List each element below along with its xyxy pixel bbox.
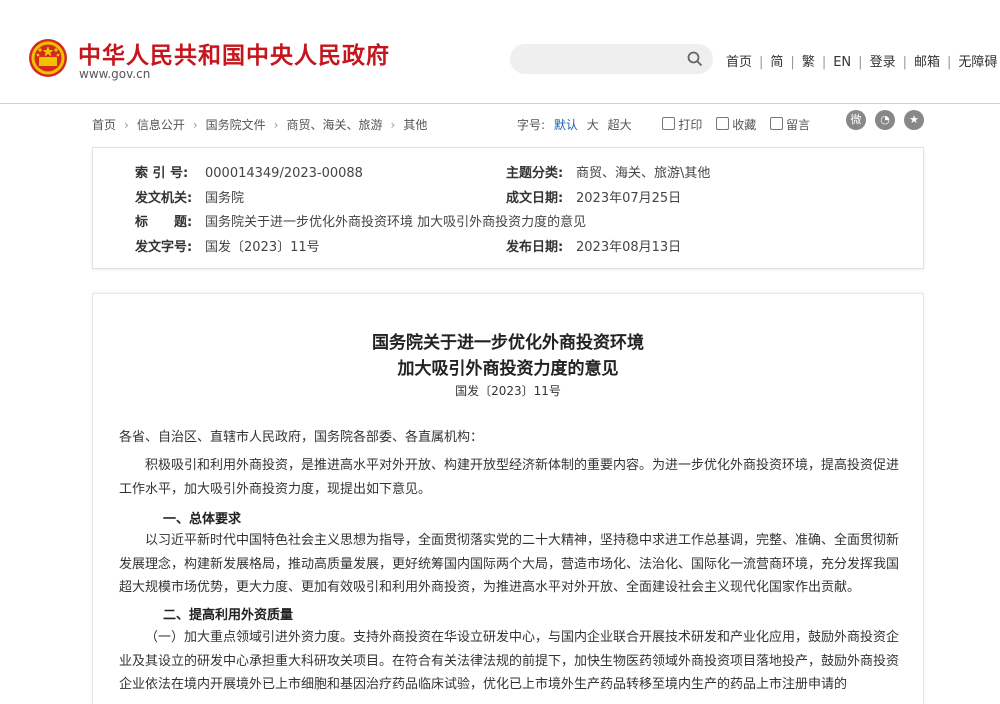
breadcrumb-state-council-docs[interactable]: 国务院文件 [206, 118, 266, 132]
nav-login[interactable]: 登录 [870, 55, 896, 70]
article-title-line2: 加大吸引外商投资力度的意见 [397, 359, 619, 379]
nav-divider: | [946, 55, 952, 70]
info-index: 索 引 号: 000014349/2023-00088 [135, 162, 363, 181]
info-issuer-value: 国务院 [205, 191, 245, 206]
info-title-value: 国务院关于进一步优化外商投资环境 加大吸引外商投资力度的意见 [205, 215, 587, 230]
favorite-icon [716, 117, 730, 130]
info-category: 主题分类: 商贸、海关、旅游\其他 [506, 162, 710, 181]
qzone-icon[interactable]: ★ [904, 110, 924, 130]
article-toolbar: 字号: 默认 大 超大 打印 收藏 留言 [517, 116, 820, 133]
info-created-value: 2023年07月25日 [576, 191, 682, 206]
nav-divider: | [790, 55, 795, 70]
info-category-value: 商贸、海关、旅游\其他 [576, 166, 711, 181]
breadcrumb-info-public[interactable]: 信息公开 [137, 118, 185, 132]
print-button[interactable]: 打印 [662, 117, 707, 132]
comment-icon [770, 117, 784, 130]
site-title[interactable]: 中华人民共和国中央人民政府 [78, 36, 390, 70]
info-title-label: 标 题: [135, 215, 193, 230]
document-info-box: 索 引 号: 000014349/2023-00088 主题分类: 商贸、海关、旅游… [92, 147, 924, 269]
top-nav: 首页 | 简 | 繁 | EN | 登录 | 邮箱 | 无障碍 [726, 51, 997, 70]
search-icon[interactable] [687, 51, 703, 67]
comment-label: 留言 [786, 118, 811, 132]
search-input[interactable] [510, 44, 713, 74]
info-published-value: 2023年08月13日 [576, 240, 682, 255]
article-intro: 积极吸引和利用外商投资，是推进高水平对外开放、构建开放型经济新体制的重要内容。为… [119, 458, 900, 497]
font-size-label: 字号: [517, 118, 546, 132]
nav-divider: | [858, 55, 863, 70]
font-size-default[interactable]: 默认 [554, 118, 578, 132]
article-title-line1: 国务院关于进一步优化外商投资环境 [372, 333, 644, 353]
share-buttons: 微 ◔ ★ [837, 110, 924, 130]
nav-divider: | [759, 55, 764, 70]
nav-english[interactable]: EN [833, 55, 851, 70]
print-label: 打印 [678, 118, 703, 132]
info-published-label: 发布日期: [506, 240, 564, 255]
site-header: 中华人民共和国中央人民政府 www.gov.cn 首页 | 简 | 繁 | EN | 登录 | 邮箱… [0, 0, 1000, 104]
nav-home[interactable]: 首页 [726, 55, 752, 70]
info-issuer: 发文机关: 国务院 [135, 187, 244, 206]
nav-mailbox[interactable]: 邮箱 [914, 55, 940, 70]
font-size-xlarge[interactable]: 超大 [608, 118, 632, 132]
breadcrumb-other[interactable]: 其他 [403, 118, 427, 132]
article-body: 国务院关于进一步优化外商投资环境 加大吸引外商投资力度的意见 国发〔2023〕1… [92, 293, 924, 704]
weibo-icon[interactable]: 微 [846, 110, 866, 130]
section2-heading: 二、提高利用外资质量 [163, 608, 294, 623]
font-size-large[interactable]: 大 [587, 118, 599, 132]
info-index-value: 000014349/2023-00088 [205, 166, 363, 181]
print-icon [662, 117, 676, 130]
breadcrumb: 首页 › 信息公开 › 国务院文件 › 商贸、海关、旅游 › 其他 字号: 默认 大 超大 打印… [92, 110, 924, 134]
nav-accessibility[interactable]: 无障碍 [958, 55, 997, 70]
info-docno-label: 发文字号: [135, 240, 193, 255]
favorite-button[interactable]: 收藏 [716, 117, 761, 132]
article-doc-number: 国发〔2023〕11号 [455, 384, 561, 398]
info-docno-value: 国发〔2023〕11号 [205, 240, 320, 255]
section1-heading: 一、总体要求 [163, 512, 242, 527]
site-domain: www.gov.cn [79, 67, 151, 81]
comment-button[interactable]: 留言 [770, 117, 815, 132]
article-salutation: 各省、自治区、直辖市人民政府，国务院各部委、各直属机构： [119, 430, 484, 445]
wechat-icon[interactable]: ◔ [875, 110, 895, 130]
national-emblem-icon[interactable] [28, 38, 68, 78]
chevron-right-icon: › [192, 118, 198, 132]
section1-text: 以习近平新时代中国特色社会主义思想为指导，全面贯彻落实党的二十大精神，坚持稳中求… [119, 533, 900, 595]
favorite-label: 收藏 [732, 118, 757, 132]
info-created: 成文日期: 2023年07月25日 [506, 187, 681, 206]
info-index-label: 索 引 号: [135, 166, 189, 181]
info-title: 标 题: 国务院关于进一步优化外商投资环境 加大吸引外商投资力度的意见 [135, 211, 586, 230]
info-docno: 发文字号: 国发〔2023〕11号 [135, 236, 320, 255]
nav-divider: | [821, 55, 827, 70]
nav-simplified[interactable]: 简 [770, 55, 783, 70]
nav-divider: | [902, 55, 907, 70]
info-created-label: 成文日期: [506, 191, 564, 206]
chevron-right-icon: › [124, 118, 129, 132]
section2-text: （一）加大重点领域引进外资力度。支持外商投资在华设立研发中心，与国内企业联合开展… [119, 630, 900, 692]
breadcrumb-home[interactable]: 首页 [92, 118, 116, 132]
breadcrumb-trade[interactable]: 商贸、海关、旅游 [286, 118, 382, 132]
nav-traditional[interactable]: 繁 [802, 55, 815, 70]
chevron-right-icon: › [273, 118, 279, 132]
info-published: 发布日期: 2023年08月13日 [506, 236, 681, 255]
info-issuer-label: 发文机关: [135, 191, 193, 206]
info-category-label: 主题分类: [506, 166, 564, 181]
chevron-right-icon: › [390, 118, 396, 132]
